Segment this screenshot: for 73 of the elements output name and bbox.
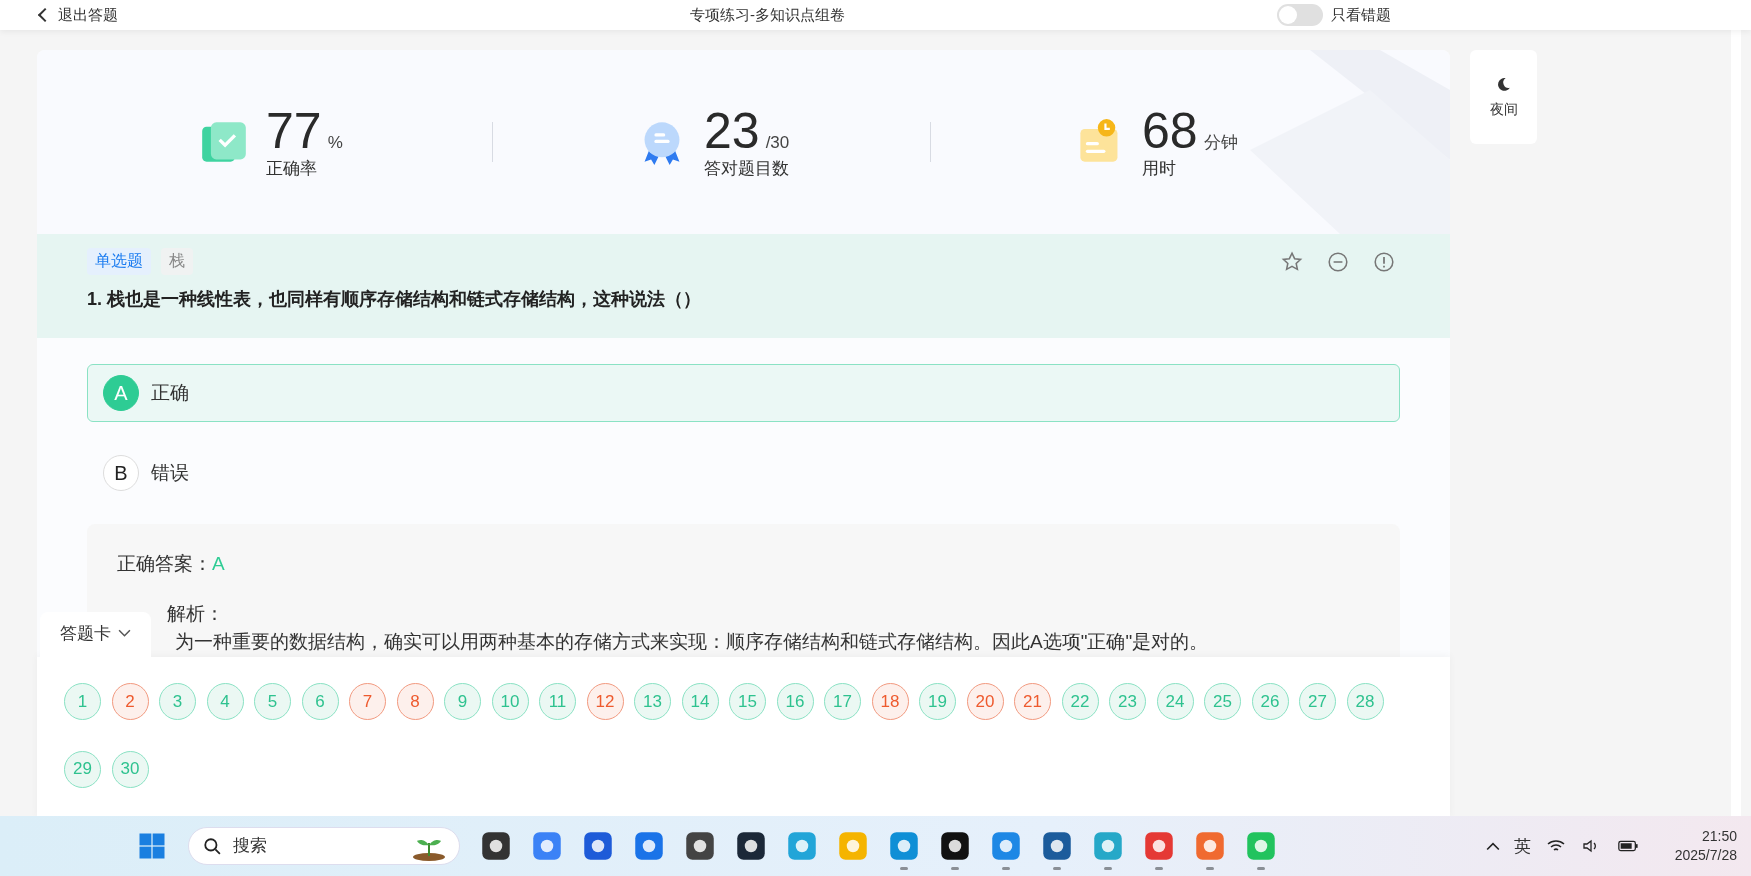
search-field[interactable]: 搜索 [231, 835, 385, 857]
question-number[interactable]: 25 [1204, 683, 1241, 720]
moon-icon [1495, 75, 1512, 93]
stat-unit: /30 [765, 132, 790, 153]
question-number[interactable]: 15 [729, 683, 766, 720]
question-tag: 栈 [161, 248, 193, 275]
toggle-switch[interactable] [1277, 4, 1323, 26]
question-number[interactable]: 21 [1014, 683, 1051, 720]
chevron-down-icon [118, 629, 131, 638]
minus-circle-icon[interactable] [1327, 250, 1349, 273]
clock-date: 2025/7/28 [1674, 846, 1737, 865]
question-number[interactable]: 30 [111, 750, 149, 788]
stat-unit: 分钟 [1203, 131, 1238, 154]
question-text: 1. 栈也是一种线性表，也同样有顺序存储结构和链式存储结构，这种说法（） [87, 288, 702, 311]
windows-logo-icon[interactable] [137, 831, 167, 861]
answer-card-tab[interactable]: 答题卡 [40, 612, 151, 657]
question-number[interactable]: 13 [634, 683, 671, 720]
question-number[interactable]: 2 [111, 683, 149, 720]
app-icon[interactable] [736, 831, 766, 861]
question-number[interactable]: 6 [301, 683, 339, 720]
page-title: 专项练习-多知识点组卷 [690, 5, 845, 25]
question-number[interactable]: 29 [64, 750, 101, 788]
question-number[interactable]: 28 [1346, 683, 1384, 720]
search-bar[interactable]: 搜索 [188, 827, 460, 865]
question-number[interactable]: 18 [871, 683, 909, 720]
analysis-label: 解析： [167, 602, 225, 626]
question-number[interactable]: 3 [159, 683, 196, 720]
stat-value: 77 [266, 104, 322, 157]
stat-value: 68 [1142, 104, 1198, 157]
stat-unit: % [327, 132, 343, 153]
clock-time: 21:50 [1701, 827, 1737, 846]
answer-option[interactable]: B 错误 [87, 444, 1400, 502]
stat-value: 23 [704, 104, 760, 157]
question-number[interactable]: 16 [776, 683, 814, 720]
input-language[interactable]: 英 [1513, 834, 1531, 858]
stat-label: 正确率 [266, 157, 318, 180]
night-mode-button[interactable]: 夜间 [1470, 50, 1537, 144]
answer-label: 正确答案： [117, 553, 212, 574]
search-icon [203, 837, 221, 855]
warning-icon[interactable] [1373, 250, 1395, 273]
stat-label: 答对题目数 [704, 157, 790, 180]
question-number[interactable]: 19 [919, 683, 956, 720]
exit-link[interactable]: 退出答题 [40, 5, 118, 25]
question-number[interactable]: 1 [64, 683, 101, 720]
toggle-label: 只看错题 [1331, 5, 1391, 25]
question-number[interactable]: 5 [254, 683, 291, 720]
question-number[interactable]: 11 [539, 683, 576, 720]
caret-up-icon[interactable] [1485, 841, 1500, 851]
question-number[interactable]: 26 [1251, 683, 1289, 720]
answer-value: A [212, 553, 225, 574]
star-icon[interactable] [1281, 250, 1303, 273]
question-number[interactable]: 10 [491, 683, 529, 720]
analysis-text: 为一种重要的数据结构，确实可以用两种基本的存储方式来实现：顺序存储结构和链式存储结构。因此A选项"正确"是对的。 [175, 630, 1210, 654]
app-icon[interactable] [1042, 831, 1072, 861]
answer-option[interactable]: A 正确 [87, 364, 1400, 422]
question-number[interactable]: 23 [1109, 683, 1146, 720]
question-number[interactable]: 9 [444, 683, 481, 720]
question-number[interactable]: 12 [586, 683, 624, 720]
stat-label: 用时 [1142, 157, 1177, 180]
question-number[interactable]: 7 [349, 683, 386, 720]
battery-icon[interactable] [1616, 838, 1639, 854]
question-number[interactable]: 27 [1299, 683, 1336, 720]
question-number[interactable]: 20 [966, 683, 1004, 720]
question-number[interactable]: 24 [1156, 683, 1194, 720]
app-icon[interactable] [481, 831, 511, 861]
question-number[interactable]: 4 [206, 683, 244, 720]
question-number[interactable]: 8 [396, 683, 434, 720]
question-number[interactable]: 14 [681, 683, 719, 720]
app-icon[interactable] [940, 831, 970, 861]
question-number[interactable]: 17 [824, 683, 861, 720]
question-tag: 单选题 [87, 248, 151, 275]
app-icon[interactable] [685, 831, 715, 861]
question-number[interactable]: 22 [1061, 683, 1099, 720]
